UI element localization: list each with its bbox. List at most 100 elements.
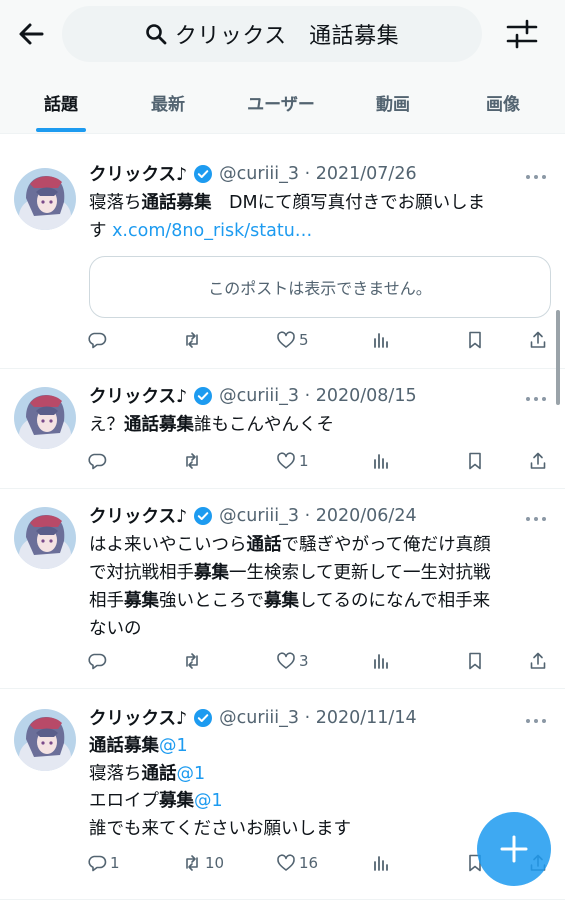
repost-button[interactable] [182, 651, 205, 671]
views-chart-icon [374, 856, 388, 871]
top-bar: クリックス 通話募集 [0, 0, 565, 70]
share-button[interactable] [528, 330, 548, 350]
bookmark-button[interactable] [465, 451, 485, 471]
share-icon [530, 331, 546, 348]
post-text-line: 寝落ち通話募集 DMにて顔写真付きでお願いしま [89, 193, 486, 213]
post-text-line: 寝落ち通話@1 [89, 763, 206, 784]
post-text: はよ来いやこいつら通話で騒ぎやがって俺だけ真顔 で対抗戦相手募集一生検索して更新… [89, 531, 549, 643]
post-text-line: す x.com/8no_risk/statu… [89, 221, 313, 241]
avatar[interactable] [14, 709, 76, 771]
repost-button[interactable]: 10 [182, 853, 224, 873]
post-header: クリックス♪ @curiii_3 · 2020/11/14 [89, 705, 417, 730]
post-text: 寝落ち通話募集 DMにて顔写真付きでお願いしま す x.com/8no_risk… [89, 189, 549, 245]
back-arrow-icon [19, 23, 44, 45]
reply-icon [88, 332, 107, 349]
scrollbar[interactable] [556, 310, 560, 405]
share-button[interactable] [528, 451, 548, 471]
share-button[interactable] [528, 651, 548, 671]
tab-videos[interactable]: 動画 [346, 70, 440, 134]
post[interactable]: クリックス♪ @curiii_3 · 2020/08/15 え？通話募集誰もこん… [0, 369, 565, 489]
more-options-icon[interactable] [524, 172, 548, 182]
unavailable-quote-box: このポストは表示できません。 [89, 256, 551, 318]
reply-icon [88, 855, 107, 872]
bookmark-icon [469, 652, 481, 670]
verified-badge-icon [194, 506, 213, 525]
reply-icon [88, 653, 107, 670]
mention-link[interactable]: @1 [177, 764, 206, 784]
avatar[interactable] [14, 507, 76, 569]
reply-button[interactable]: 1 [87, 853, 120, 873]
post[interactable]: クリックス♪ @curiii_3 · 2021/07/26 寝落ち通話募集 DM… [0, 135, 565, 369]
reply-icon [88, 453, 107, 470]
views-button[interactable] [371, 330, 391, 350]
post-text-line: 相手募集強いところで募集してるのになんで相手来 [89, 591, 491, 611]
repost-button[interactable] [182, 330, 205, 350]
tab-top[interactable]: 話題 [14, 70, 108, 134]
post-actions: 1 [87, 451, 557, 479]
repost-button[interactable] [182, 451, 205, 471]
display-name[interactable]: クリックス♪ [89, 503, 187, 528]
search-tabs: 話題 最新 ユーザー 動画 画像 [0, 70, 565, 134]
avatar[interactable] [14, 387, 76, 449]
like-button[interactable]: 3 [276, 651, 309, 671]
search-input[interactable]: クリックス 通話募集 [62, 6, 482, 62]
handle-date: @curiii_3 · 2021/07/26 [219, 163, 417, 184]
heart-icon [277, 652, 295, 669]
views-chart-icon [374, 654, 388, 669]
views-chart-icon [374, 454, 388, 469]
post-actions: 5 [87, 330, 557, 358]
post-link[interactable]: x.com/8no_risk/statu… [112, 221, 312, 241]
reply-button[interactable] [87, 651, 110, 671]
repost-icon [186, 453, 198, 469]
reply-button[interactable] [87, 330, 110, 350]
bookmark-button[interactable] [465, 651, 485, 671]
post[interactable]: クリックス♪ @curiii_3 · 2020/06/24 はよ来いやこいつら通… [0, 489, 565, 689]
post-text: え？通話募集誰もこんやんくそ [89, 411, 549, 439]
verified-badge-icon [194, 164, 213, 183]
mention-link[interactable]: @1 [194, 791, 223, 811]
bookmark-button[interactable] [465, 330, 485, 350]
filter-sliders-icon [506, 19, 538, 49]
search-filter-button[interactable] [502, 14, 542, 54]
more-options-icon[interactable] [524, 514, 548, 524]
like-button[interactable]: 5 [276, 330, 309, 350]
display-name[interactable]: クリックス♪ [89, 161, 187, 186]
heart-icon [277, 331, 295, 348]
search-icon [146, 24, 167, 45]
views-button[interactable] [371, 651, 391, 671]
post-text-line: エロイプ募集@1 [89, 791, 223, 811]
display-name[interactable]: クリックス♪ [89, 705, 187, 730]
views-button[interactable] [371, 451, 391, 471]
tab-images[interactable]: 画像 [456, 70, 550, 134]
like-button[interactable]: 1 [276, 451, 309, 471]
post-text-line: で対抗戦相手募集一生検索して更新して一生対抗戦 [89, 563, 491, 583]
post-text-line: はよ来いやこいつら通話で騒ぎやがって俺だけ真顔 [89, 535, 491, 555]
post-text-line: 通話募集@1 [89, 736, 188, 756]
heart-icon [277, 452, 295, 469]
mention-link[interactable]: @1 [159, 736, 188, 756]
handle-date: @curiii_3 · 2020/06/24 [219, 505, 417, 526]
active-tab-indicator [36, 128, 86, 132]
more-options-icon[interactable] [524, 716, 548, 726]
tab-users[interactable]: ユーザー [226, 70, 336, 134]
more-options-icon[interactable] [524, 394, 548, 404]
reply-button[interactable] [87, 451, 110, 471]
back-button[interactable] [14, 16, 50, 52]
views-button[interactable] [371, 853, 391, 873]
avatar[interactable] [14, 168, 76, 230]
post[interactable]: クリックス♪ @curiii_3 · 2020/11/14 通話募集@1 寝落ち… [0, 689, 565, 900]
display-name[interactable]: クリックス♪ [89, 383, 187, 408]
post-actions: 3 [87, 651, 557, 679]
compose-button[interactable] [477, 812, 551, 886]
share-icon [530, 652, 546, 669]
post-header: クリックス♪ @curiii_3 · 2020/06/24 [89, 503, 417, 528]
handle-date: @curiii_3 · 2020/08/15 [219, 385, 417, 406]
post-text-line: ないの [89, 619, 142, 639]
plus-icon [500, 835, 528, 863]
tab-latest[interactable]: 最新 [121, 70, 215, 134]
bookmark-icon [469, 331, 481, 349]
post-text: 通話募集@1 寝落ち通話@1 エロイプ募集@1 誰でも来てくださいお願いします [89, 733, 549, 843]
heart-icon [277, 854, 295, 871]
repost-icon [186, 332, 198, 348]
like-button[interactable]: 16 [276, 853, 318, 873]
